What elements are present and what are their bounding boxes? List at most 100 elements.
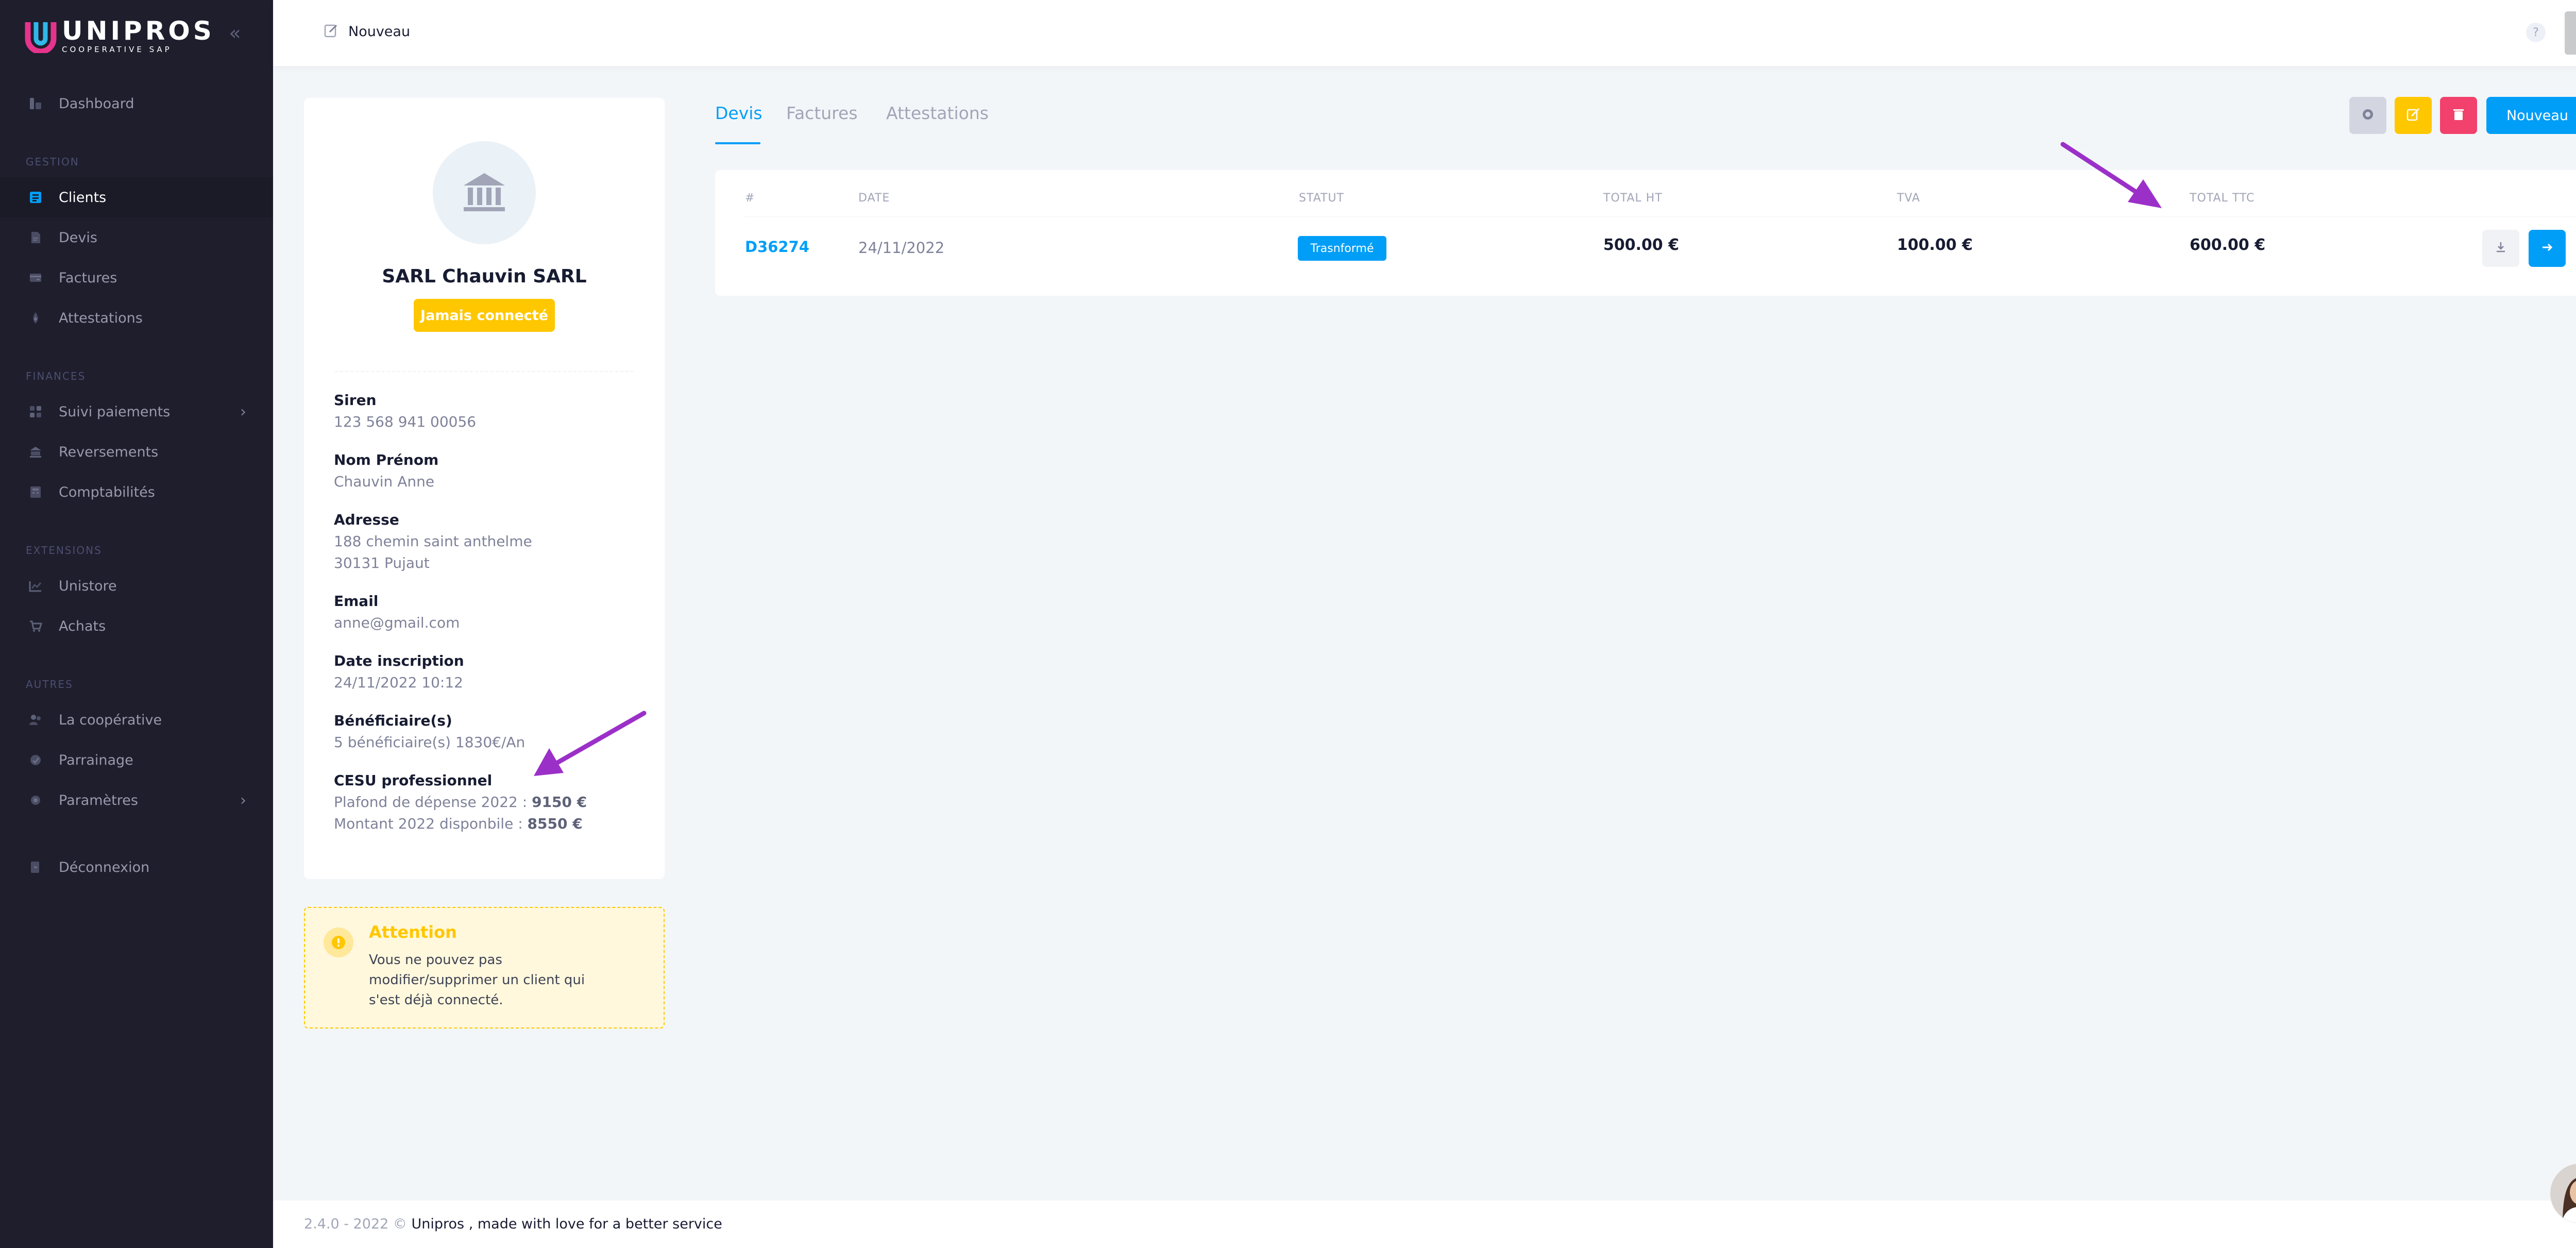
devis-number-link[interactable]: D36274 (745, 238, 809, 256)
help-icon[interactable]: ? (2526, 23, 2546, 42)
footer-text: 2.4.0 - 2022 © Unipros , made with love … (304, 1216, 722, 1232)
divider (335, 371, 634, 372)
sidebar-item-comptabilites[interactable]: Comptabilités (0, 472, 273, 512)
column-header-num: # (745, 192, 755, 205)
sidebar-item-devis[interactable]: Devis (0, 217, 273, 258)
info-label: Bénéficiaire(s) (334, 712, 452, 729)
collapse-sidebar-icon[interactable]: « (225, 23, 245, 43)
sidebar-item-label: La coopérative (59, 712, 162, 728)
sidebar-item-label: Achats (59, 618, 106, 634)
total-ttc-value: 600.00 € (2190, 236, 2266, 254)
edit-button[interactable] (2395, 97, 2432, 134)
connection-status-badge: Jamais connecté (414, 299, 555, 332)
info-nom-prenom: Nom Prénom Chauvin Anne (334, 449, 653, 493)
cooperative-icon (28, 712, 43, 728)
sidebar-item-label: Déconnexion (59, 859, 150, 875)
invoice-icon (28, 270, 43, 285)
store-icon (28, 578, 43, 594)
attention-alert: Attention Vous ne pouvez pas modifier/su… (304, 907, 665, 1028)
info-email: Email anne@gmail.com (334, 591, 653, 634)
active-tab-indicator (715, 142, 760, 144)
info-beneficiaires: Bénéficiaire(s) 5 bénéficiaire(s) 1830€/… (334, 710, 653, 753)
user-avatar[interactable]: LC (2565, 11, 2576, 55)
section-gestion: GESTION (26, 156, 79, 168)
cart-icon (28, 618, 43, 634)
sidebar-item-label: Devis (59, 229, 97, 246)
column-header-date: DATE (858, 192, 890, 205)
sidebar-item-label: Comptabilités (59, 484, 155, 500)
tab-devis[interactable]: Devis (715, 103, 762, 123)
accounting-icon (28, 484, 43, 500)
devis-table: # DATE STATUT TOTAL HT TVA TOTAL TTC D36… (715, 170, 2576, 296)
section-finances: FINANCES (26, 370, 86, 382)
breadcrumb-label: Nouveau (348, 23, 411, 40)
tab-attestations[interactable]: Attestations (886, 103, 989, 123)
info-value: Montant 2022 disponbile : 8550 € (334, 813, 653, 835)
section-autres: AUTRES (26, 678, 73, 690)
info-label: Adresse (334, 511, 399, 528)
info-value: 30131 Pujaut (334, 554, 430, 571)
logo-subtitle: COOPERATIVE SAP (62, 45, 172, 54)
referral-icon (28, 752, 43, 768)
chevron-right-icon: › (240, 791, 246, 809)
delete-button[interactable] (2440, 97, 2477, 134)
alert-title: Attention (369, 922, 457, 942)
sidebar-item-attestations[interactable]: Attestations (0, 298, 273, 338)
section-extensions: EXTENSIONS (26, 544, 102, 556)
logo-name: UNIPROS (62, 16, 215, 46)
footer-version: 2.4.0 - 2022 © (304, 1216, 407, 1232)
camera-icon (2360, 107, 2376, 124)
sidebar-item-clients[interactable]: Clients (0, 177, 273, 217)
breadcrumb: Nouveau (324, 23, 410, 40)
sidebar-item-deconnexion[interactable]: Déconnexion (0, 847, 273, 887)
bank-building-icon (459, 166, 510, 220)
camera-button[interactable] (2349, 97, 2386, 134)
sidebar-item-parametres[interactable]: Paramètres › (0, 780, 273, 820)
top-header: Nouveau ? LC (273, 0, 2576, 66)
sidebar-item-achats[interactable]: Achats (0, 606, 273, 646)
info-value: 24/11/2022 10:12 (334, 674, 463, 691)
sidebar-item-label: Clients (59, 189, 107, 206)
sidebar-item-cooperative[interactable]: La coopérative (0, 700, 273, 740)
logout-icon (28, 859, 43, 875)
sidebar-item-suivi-paiements[interactable]: Suivi paiements › (0, 392, 273, 432)
column-header-statut: STATUT (1299, 192, 1345, 205)
nouveau-dropdown-button[interactable]: Nouveau (2486, 97, 2576, 134)
nouveau-label: Nouveau (2506, 107, 2569, 124)
payments-icon (28, 404, 43, 419)
warning-icon (324, 927, 353, 957)
devis-date: 24/11/2022 (858, 239, 945, 257)
delete-icon (2451, 107, 2466, 124)
montant-value: 8550 € (527, 815, 583, 832)
info-value: 123 568 941 00056 (334, 413, 477, 430)
sidebar-item-label: Reversements (59, 444, 159, 460)
open-devis-button[interactable] (2529, 230, 2566, 267)
footer-tagline: Unipros , made with love for a better se… (411, 1216, 722, 1232)
total-ht-value: 500.00 € (1603, 236, 1680, 254)
info-siren: Siren 123 568 941 00056 (334, 390, 653, 433)
tva-value: 100.00 € (1897, 236, 1973, 254)
unipros-logo[interactable]: UNIPROS COOPERATIVE SAP (25, 15, 215, 57)
sidebar-item-label: Factures (59, 269, 117, 286)
info-cesu: CESU professionnel Plafond de dépense 20… (334, 770, 653, 835)
footer: 2.4.0 - 2022 © Unipros , made with love … (273, 1201, 2576, 1248)
info-label: Nom Prénom (334, 451, 439, 468)
sidebar: UNIPROS COOPERATIVE SAP « Dashboard GEST… (0, 0, 273, 1248)
info-value: 5 bénéficiaire(s) 1830€/An (334, 734, 526, 751)
info-label: Email (334, 593, 379, 610)
sidebar-item-dashboard[interactable]: Dashboard (0, 83, 273, 124)
tab-factures[interactable]: Factures (786, 103, 858, 123)
client-name: SARL Chauvin SARL (382, 266, 587, 287)
header-divider (745, 216, 2576, 217)
download-button[interactable] (2482, 230, 2519, 267)
montant-text: Montant 2022 disponbile : (334, 815, 528, 832)
sidebar-item-parrainage[interactable]: Parrainage (0, 740, 273, 780)
sidebar-item-unistore[interactable]: Unistore (0, 566, 273, 606)
logo-u-icon (25, 19, 57, 55)
info-value: Chauvin Anne (334, 473, 435, 490)
sidebar-item-reversements[interactable]: Reversements (0, 432, 273, 472)
attestation-icon (28, 310, 43, 326)
sidebar-item-label: Unistore (59, 578, 117, 594)
info-label: Siren (334, 392, 377, 409)
sidebar-item-factures[interactable]: Factures (0, 258, 273, 298)
